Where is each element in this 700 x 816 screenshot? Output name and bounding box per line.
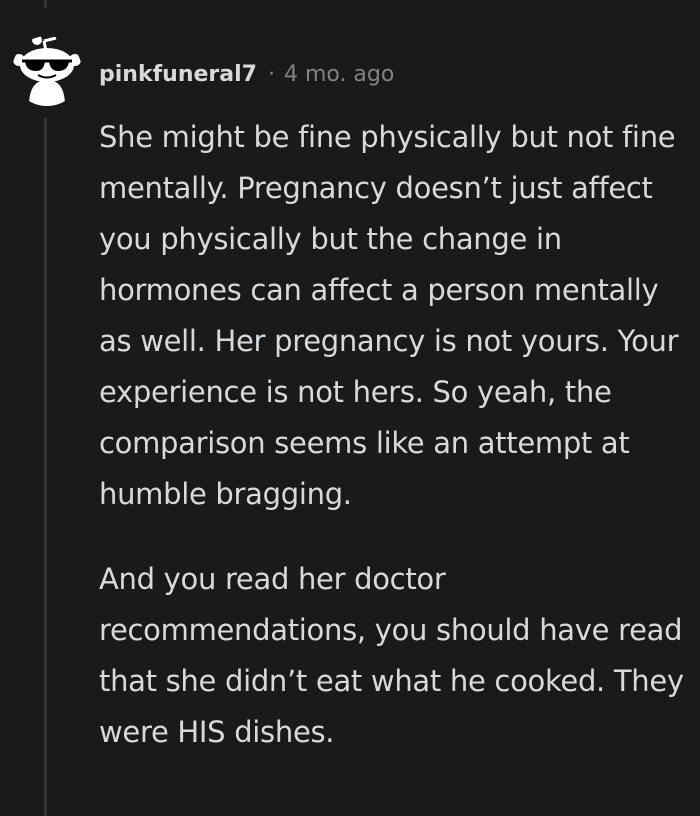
snoo-sunglasses-avatar-icon [13, 36, 81, 106]
thread-line[interactable] [44, 0, 47, 8]
username-link[interactable]: pinkfuneral7 [99, 62, 257, 87]
separator-dot: · [267, 61, 275, 87]
avatar[interactable] [12, 36, 82, 106]
comment-meta: pinkfuneral7 · 4 mo. ago [99, 57, 394, 91]
comment-paragraph: She might be fine physically but not fin… [99, 120, 679, 511]
thread-collapse-line[interactable] [44, 118, 47, 816]
comment-paragraph: And you read her doctor recommendations,… [99, 562, 684, 749]
comment: pinkfuneral7 · 4 mo. ago She might be fi… [0, 0, 700, 816]
comment-body: She might be fine physically but not fin… [99, 112, 689, 758]
timestamp-link[interactable]: 4 mo. ago [284, 62, 394, 87]
